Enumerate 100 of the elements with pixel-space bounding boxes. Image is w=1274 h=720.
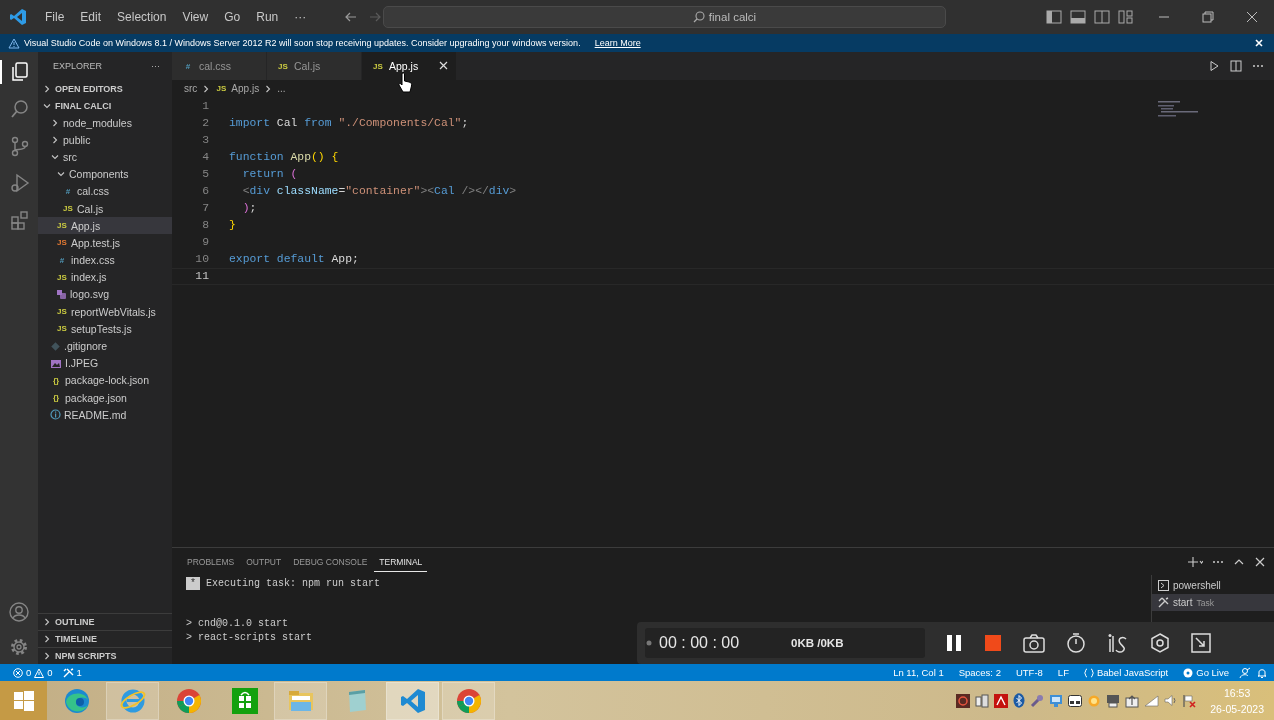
status-item[interactable]: UTF-8 xyxy=(1010,667,1048,678)
more-button[interactable]: ··· xyxy=(151,61,160,71)
panel-tab[interactable]: OUTPUT xyxy=(241,551,287,572)
close-icon[interactable] xyxy=(1254,555,1266,568)
line-number: 1 xyxy=(201,99,210,112)
signal-icon[interactable] xyxy=(1144,694,1160,707)
breadcrumb-item[interactable]: ... xyxy=(277,83,286,94)
menu-item[interactable]: Selection xyxy=(109,6,175,28)
edge-icon xyxy=(62,686,91,715)
menu-item[interactable]: View xyxy=(174,6,217,28)
status-item[interactable]: Ln 11, Col 1 xyxy=(888,667,949,678)
explorer-entry[interactable]: I.JPEG xyxy=(38,354,172,372)
taskbar-button[interactable] xyxy=(386,681,439,720)
account-icon[interactable] xyxy=(8,601,30,623)
settings-icon[interactable] xyxy=(1150,633,1170,653)
speaker-icon[interactable] xyxy=(1164,694,1178,707)
sidebar-title: EXPLORER xyxy=(53,61,103,71)
ports-button[interactable]: 1 xyxy=(57,667,87,678)
line-number: 4 xyxy=(201,150,210,163)
close-icon[interactable] xyxy=(439,61,448,70)
section-header[interactable]: FINAL CALCI xyxy=(38,97,172,114)
js-file-icon: JS xyxy=(62,204,74,214)
explorer-entry[interactable]: {} package.json xyxy=(38,389,172,407)
breadcrumb-item[interactable]: App.js xyxy=(231,83,260,94)
feedback-icon[interactable] xyxy=(1239,666,1251,679)
explorer-entry[interactable]: logo.svg xyxy=(38,285,172,304)
section-header[interactable]: OUTLINE xyxy=(38,613,172,630)
terminal-item[interactable]: powershell xyxy=(1152,577,1274,594)
lines-wave-icon[interactable] xyxy=(1107,633,1129,653)
explorer-entry[interactable]: JS App.js xyxy=(38,217,172,235)
timer-icon[interactable] xyxy=(1066,633,1086,653)
close-icon[interactable] xyxy=(1246,11,1258,23)
taskbar-button[interactable] xyxy=(442,681,495,720)
braces-icon: {} xyxy=(50,393,62,403)
stop-icon[interactable] xyxy=(984,634,1002,652)
explorer-entry[interactable]: {} package-lock.json xyxy=(38,371,172,389)
split-layout-icon[interactable] xyxy=(1094,10,1110,24)
pdf-icon[interactable] xyxy=(994,693,1009,708)
clock-time: 16:53 xyxy=(1224,685,1251,701)
status-item[interactable]: Spaces: 2 xyxy=(953,667,1006,678)
problems-button[interactable]: 0 0 xyxy=(8,667,58,678)
start-button[interactable] xyxy=(0,681,47,720)
panel-tab[interactable]: DEBUG CONSOLE xyxy=(288,551,373,572)
flag-icon[interactable] xyxy=(1182,693,1197,708)
menu-item[interactable]: Edit xyxy=(72,6,110,28)
device-icon[interactable] xyxy=(975,693,990,708)
explorer-entry[interactable]: JS Cal.js xyxy=(38,199,172,218)
folder-entry[interactable]: public xyxy=(38,131,172,149)
editor-tab[interactable]: JS App.js xyxy=(362,52,457,80)
record-icon[interactable] xyxy=(956,693,971,708)
card-icon[interactable] xyxy=(1068,694,1083,707)
menu-item[interactable]: File xyxy=(37,6,73,28)
section-header[interactable]: TIMELINE xyxy=(38,630,172,647)
explorer-entry[interactable]: README.md xyxy=(38,406,172,424)
explorer-entry[interactable]: JS reportWebVitals.js xyxy=(38,303,172,321)
learn-more-link[interactable]: Learn More xyxy=(594,38,641,48)
folder-entry[interactable]: node_modules xyxy=(38,114,172,132)
pause-icon[interactable] xyxy=(945,634,963,652)
sidebar-layout-icon[interactable] xyxy=(1046,10,1062,24)
explorer-entry[interactable]: JS index.js xyxy=(38,268,172,286)
folder-entry[interactable]: Components xyxy=(38,165,172,183)
printer-icon[interactable] xyxy=(1106,693,1121,708)
restore-icon[interactable] xyxy=(1202,11,1214,23)
js-file-icon: JS xyxy=(56,221,68,231)
line-number: 11 xyxy=(194,270,210,283)
camera-icon[interactable] xyxy=(1023,633,1045,653)
add-terminal-icon[interactable] xyxy=(1187,555,1203,568)
menu-item[interactable]: Go xyxy=(216,6,249,28)
menu-item[interactable]: Run xyxy=(248,6,287,28)
search-field[interactable]: final calci xyxy=(383,6,946,28)
breadcrumb-item[interactable]: src xyxy=(184,83,198,94)
run-icon[interactable] xyxy=(1208,60,1220,72)
customize-layout-icon[interactable] xyxy=(1118,10,1134,24)
explorer-entry[interactable]: .gitignore xyxy=(38,337,172,355)
split-editor-icon[interactable] xyxy=(1230,60,1242,72)
back-arrow-icon[interactable] xyxy=(344,10,359,24)
status-item[interactable]: LF xyxy=(1052,667,1074,678)
explorer-entry[interactable]: JS App.test.js xyxy=(38,234,172,252)
panel-tab[interactable]: PROBLEMS xyxy=(182,551,240,572)
explorer-entry[interactable]: JS setupTests.js xyxy=(38,320,172,338)
explorer-entry[interactable]: # cal.css xyxy=(38,182,172,200)
terminal-item[interactable]: start Task xyxy=(1152,594,1274,611)
explorer-entry[interactable]: # index.css xyxy=(38,251,172,269)
line-number: 8 xyxy=(201,219,210,232)
warning-icon xyxy=(8,37,20,49)
editor-tab[interactable]: # cal.css xyxy=(172,52,267,80)
language-button[interactable]: Babel JavaScript xyxy=(1078,667,1174,678)
panel-tab[interactable]: TERMINAL xyxy=(374,551,428,572)
upload-icon[interactable] xyxy=(1125,693,1140,708)
tool-icon[interactable] xyxy=(1030,693,1045,708)
shrink-window-icon[interactable] xyxy=(1191,633,1211,653)
bluetooth-icon[interactable] xyxy=(1013,693,1026,708)
windows-logo-icon xyxy=(12,689,35,712)
editor-tab[interactable]: JS Cal.js xyxy=(267,52,362,80)
panel-layout-icon[interactable] xyxy=(1070,10,1086,24)
go-live-button[interactable]: Go Live xyxy=(1178,667,1234,678)
bell-icon[interactable] xyxy=(1256,666,1268,679)
menu-item[interactable]: ··· xyxy=(286,6,315,28)
folder-entry[interactable]: src xyxy=(38,148,172,166)
section-header[interactable]: OPEN EDITORS xyxy=(38,80,172,97)
